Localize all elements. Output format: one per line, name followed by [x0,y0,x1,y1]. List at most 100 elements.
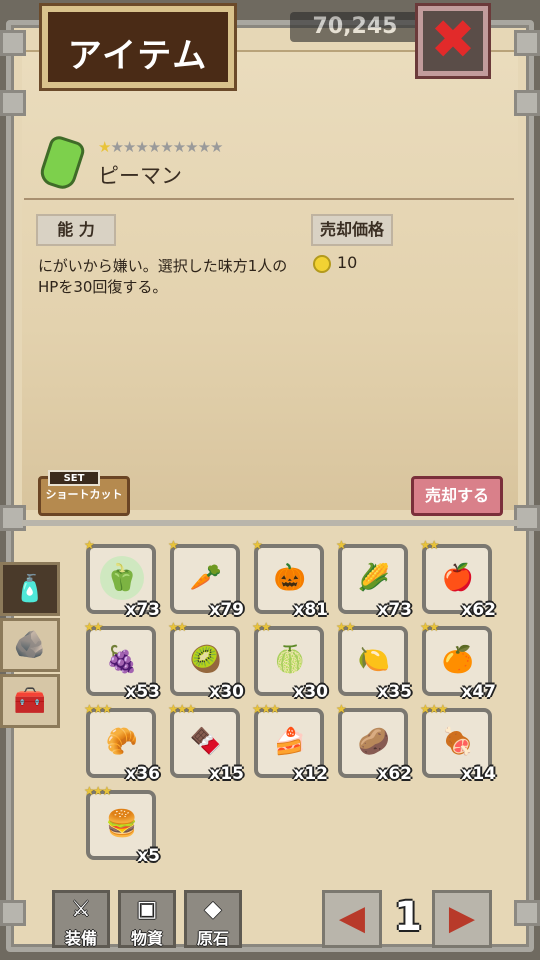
rarity-stars: ★★★★★★★★★★ [98,138,223,156]
inventory-slot[interactable]: ★ 🥔 x62 [336,702,412,784]
equip-label: 装備 [64,929,97,948]
slot-rarity-stars: ★★ [252,620,271,634]
inventory-slot[interactable]: ★ 🥕 x79 [168,538,244,620]
slot-rarity-stars: ★★★ [420,702,448,716]
kiwi-icon: 🥝 [184,638,228,682]
slot-quantity: x30 [209,682,244,702]
materials-label: 物資 [130,929,163,948]
frame-corner [514,505,540,531]
slot-quantity: x81 [293,600,328,620]
slot-rarity-stars: ★★★ [168,702,196,716]
inventory-slot[interactable]: ★ 🌽 x73 [336,538,412,620]
slot-quantity: x53 [125,682,160,702]
tab-chest[interactable]: 🧰 [0,674,60,728]
meat-icon: 🍖 [436,720,480,764]
inventory-slot[interactable]: ★ 🎃 x81 [252,538,328,620]
slot-rarity-stars: ★★ [420,538,439,552]
slot-quantity: x79 [209,600,244,620]
sell-price-value: 10 [337,253,358,272]
slot-rarity-stars: ★★ [168,620,187,634]
orange-icon: 🍊 [436,638,480,682]
divider [24,198,514,200]
slot-rarity-stars: ★★ [336,620,355,634]
slot-quantity: x35 [377,682,412,702]
score-display: 70,245 [290,12,420,42]
corn-icon: 🌽 [352,556,396,600]
equip-button[interactable]: ⚔ 装備 [52,890,110,948]
frame-corner [514,900,540,926]
rarity-filled: ★ [98,138,111,156]
inventory-slot[interactable]: ★★ 🍇 x53 [84,620,160,702]
frame-corner [514,90,540,116]
inventory-slot[interactable]: ★★ 🍎 x62 [420,538,496,620]
ore-icon: 🪨 [13,630,47,660]
shelf-divider [22,520,518,526]
set-badge: SET [48,470,100,486]
inventory-slot[interactable]: ★★ 🥝 x30 [168,620,244,702]
gems-button[interactable]: ◆ 原石 [184,890,242,948]
slot-quantity: x62 [461,600,496,620]
coin-icon [313,255,331,273]
cake-icon: 🍰 [268,720,312,764]
anvil-icon: ▣ [136,897,158,922]
title-plate: アイテム [42,6,234,88]
frame-corner [0,30,26,56]
page-title: アイテム [67,36,209,76]
close-button[interactable]: ✖ [418,6,488,76]
slot-rarity-stars: ★ [252,538,263,552]
slot-quantity: x5 [137,846,160,866]
triangle-left-icon: ◀ [338,898,366,938]
slot-rarity-stars: ★★★ [84,702,112,716]
slot-rarity-stars: ★★★ [84,784,112,798]
slot-quantity: x15 [209,764,244,784]
inventory-slot[interactable]: ★★★ 🍫 x15 [168,702,244,784]
slot-quantity: x62 [377,764,412,784]
tab-consumables[interactable]: 🧴 [0,562,60,616]
green-pepper-icon: 🫑 [100,556,144,600]
carrot-icon: 🥕 [184,556,228,600]
slot-quantity: x36 [125,764,160,784]
slot-quantity: x30 [293,682,328,702]
frame-corner [0,900,26,926]
close-icon: ✖ [430,8,476,71]
slot-quantity: x14 [461,764,496,784]
slot-rarity-stars: ★★ [84,620,103,634]
inventory-slot[interactable]: ★★★ 🍖 x14 [420,702,496,784]
item-name: ピーマン [98,164,182,188]
chocolate-icon: 🍫 [184,720,228,764]
lemon-icon: 🍋 [352,638,396,682]
slot-rarity-stars: ★ [84,538,95,552]
chest-icon: 🧰 [13,686,47,716]
slot-rarity-stars: ★ [336,538,347,552]
slot-quantity: x47 [461,682,496,702]
slot-quantity: x12 [293,764,328,784]
apple-icon: 🍎 [436,556,480,600]
ability-label: 能 力 [36,214,116,246]
inventory-slot[interactable]: ★★★ 🥐 x36 [84,702,160,784]
inventory-slot[interactable]: ★ 🫑 x73 [84,538,160,620]
sell-button[interactable]: 売却する [411,476,503,516]
frame-corner [0,505,26,531]
slot-rarity-stars: ★★ [420,620,439,634]
slot-quantity: x73 [377,600,412,620]
inventory-slot[interactable]: ★★ 🍈 x30 [252,620,328,702]
prev-page-button[interactable]: ◀ [322,890,382,948]
inventory-slot[interactable]: ★★★ 🍔 x5 [84,784,160,866]
inventory-slot[interactable]: ★★★ 🍰 x12 [252,702,328,784]
potato-icon: 🥔 [352,720,396,764]
inventory-slot[interactable]: ★★ 🍋 x35 [336,620,412,702]
gem-icon: ◆ [204,897,222,922]
slot-rarity-stars: ★ [168,538,179,552]
materials-button[interactable]: ▣ 物資 [118,890,176,948]
frame-corner [514,30,540,56]
bottle-icon: 🧴 [13,574,47,604]
melon-icon: 🍈 [268,638,312,682]
frame-corner [0,90,26,116]
tab-ore[interactable]: 🪨 [0,618,60,672]
page-number: 1 [394,894,422,940]
inventory-slot[interactable]: ★★ 🍊 x47 [420,620,496,702]
shortcut-label: ショートカット [45,488,123,501]
next-page-button[interactable]: ▶ [432,890,492,948]
rarity-empty: ★★★★★★★★★ [110,138,223,156]
sell-label: 売却する [424,486,489,505]
